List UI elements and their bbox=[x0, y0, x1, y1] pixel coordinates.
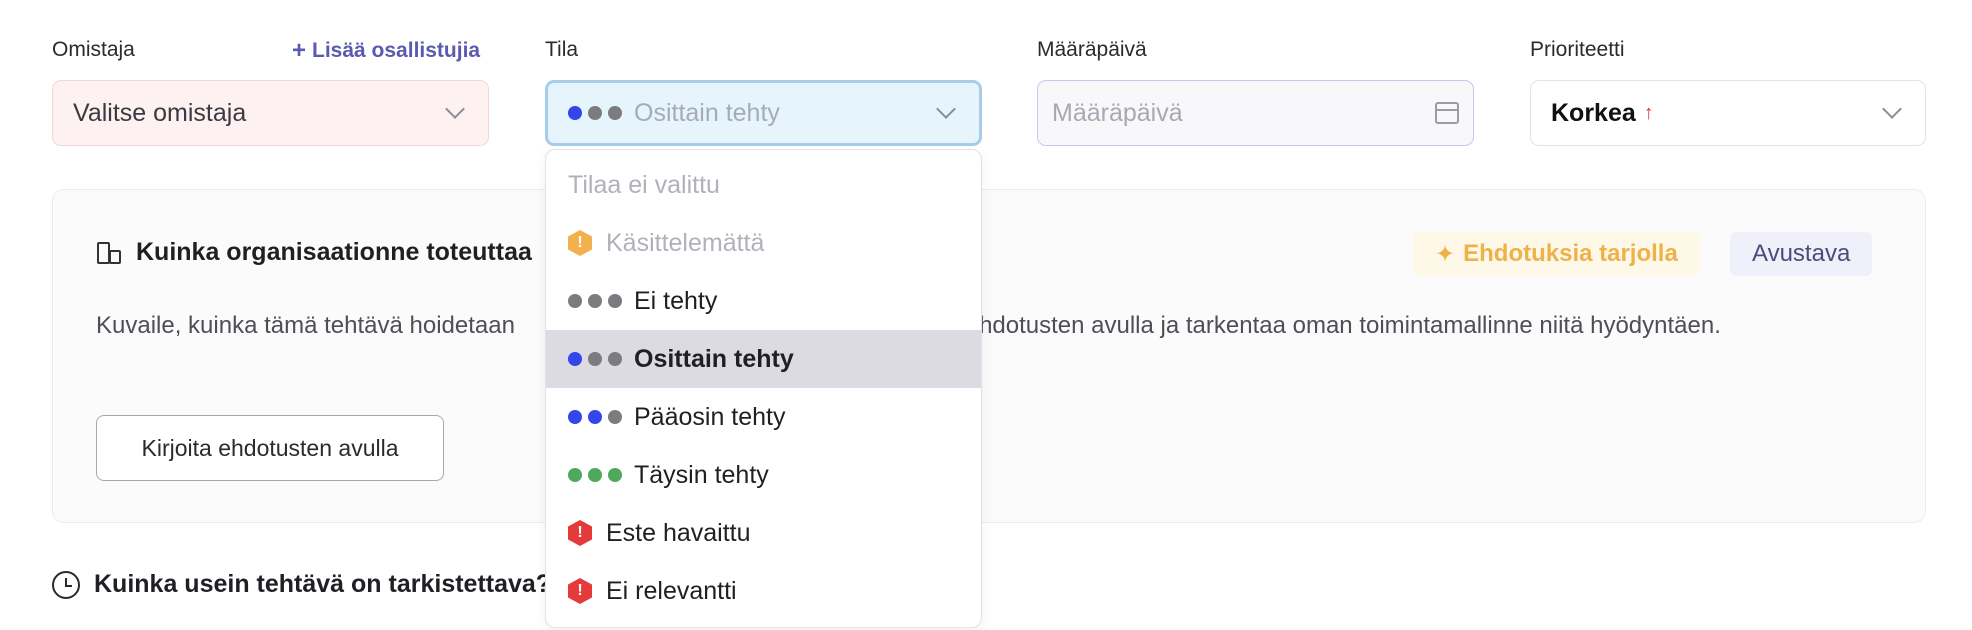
write-with-suggestions-button[interactable]: Kirjoita ehdotusten avulla bbox=[96, 415, 444, 481]
due-date-label: Määräpäivä bbox=[1037, 38, 1147, 61]
progress-dots-icon bbox=[568, 294, 622, 308]
calendar-icon[interactable] bbox=[1435, 102, 1459, 124]
progress-dots-icon bbox=[568, 410, 622, 424]
add-participants-link[interactable]: + Lisää osallistujia bbox=[292, 37, 480, 65]
option-no-state[interactable]: Tilaa ei valittu bbox=[546, 156, 981, 214]
chevron-down-icon bbox=[445, 99, 465, 119]
option-label: Osittain tehty bbox=[634, 344, 794, 373]
assist-badge: Avustava bbox=[1730, 232, 1873, 276]
option-fully-done[interactable]: Täysin tehty bbox=[546, 446, 981, 504]
alert-icon: ! bbox=[568, 578, 592, 604]
card-title: Kuinka organisaationne toteuttaa bbox=[96, 238, 532, 267]
priority-select[interactable]: Korkea ↑ bbox=[1530, 80, 1926, 146]
state-dropdown-menu: Tilaa ei valittu ! Käsittelemättä Ei teh… bbox=[545, 149, 982, 628]
state-label: Tila bbox=[545, 38, 579, 61]
option-label: Pääosin tehty bbox=[634, 402, 786, 431]
plus-icon: + bbox=[292, 37, 307, 64]
priority-value: Korkea bbox=[1551, 98, 1636, 127]
arrow-up-icon: ↑ bbox=[1643, 101, 1654, 124]
owner-select[interactable]: Valitse omistaja bbox=[52, 80, 489, 146]
option-unhandled[interactable]: ! Käsittelemättä bbox=[546, 214, 981, 272]
due-date-placeholder: Määräpäivä bbox=[1052, 98, 1183, 127]
sparkle-icon: ✦ bbox=[1435, 240, 1456, 268]
progress-dots-icon bbox=[568, 106, 622, 120]
owner-label: Omistaja bbox=[52, 38, 135, 61]
chevron-down-icon bbox=[936, 99, 956, 119]
option-label: Käsittelemättä bbox=[606, 228, 765, 257]
suggestions-badge[interactable]: ✦ Ehdotuksia tarjolla bbox=[1413, 232, 1700, 276]
chevron-down-icon bbox=[1882, 99, 1902, 119]
due-date-input[interactable]: Määräpäivä bbox=[1037, 80, 1474, 146]
option-partially-done[interactable]: Osittain tehty bbox=[546, 330, 981, 388]
review-frequency-question: Kuinka usein tehtävä on tarkistettava? bbox=[52, 570, 551, 599]
option-label: Este havaittu bbox=[606, 518, 751, 547]
progress-dots-icon bbox=[568, 468, 622, 482]
option-label: Tilaa ei valittu bbox=[568, 170, 720, 199]
card-title-text: Kuinka organisaationne toteuttaa bbox=[136, 238, 532, 266]
progress-dots-icon bbox=[568, 352, 622, 366]
organization-icon bbox=[96, 240, 122, 266]
warning-icon: ! bbox=[568, 230, 592, 256]
state-value: Osittain tehty bbox=[634, 98, 780, 127]
owner-placeholder: Valitse omistaja bbox=[73, 98, 247, 127]
clock-icon bbox=[52, 570, 80, 599]
question-text: Kuinka usein tehtävä on tarkistettava? bbox=[94, 570, 552, 598]
option-not-relevant[interactable]: ! Ei relevantti bbox=[546, 562, 981, 620]
state-select[interactable]: Osittain tehty bbox=[545, 80, 982, 146]
option-label: Täysin tehty bbox=[634, 460, 769, 489]
priority-label: Prioriteetti bbox=[1530, 38, 1625, 61]
option-not-done[interactable]: Ei tehty bbox=[546, 272, 981, 330]
option-label: Ei tehty bbox=[634, 286, 718, 315]
add-participants-label: Lisää osallistujia bbox=[312, 39, 481, 62]
suggestions-badge-label: Ehdotuksia tarjolla bbox=[1463, 240, 1678, 267]
option-mostly-done[interactable]: Pääosin tehty bbox=[546, 388, 981, 446]
option-blocked[interactable]: ! Este havaittu bbox=[546, 504, 981, 562]
option-label: Ei relevantti bbox=[606, 576, 737, 605]
alert-icon: ! bbox=[568, 520, 592, 546]
